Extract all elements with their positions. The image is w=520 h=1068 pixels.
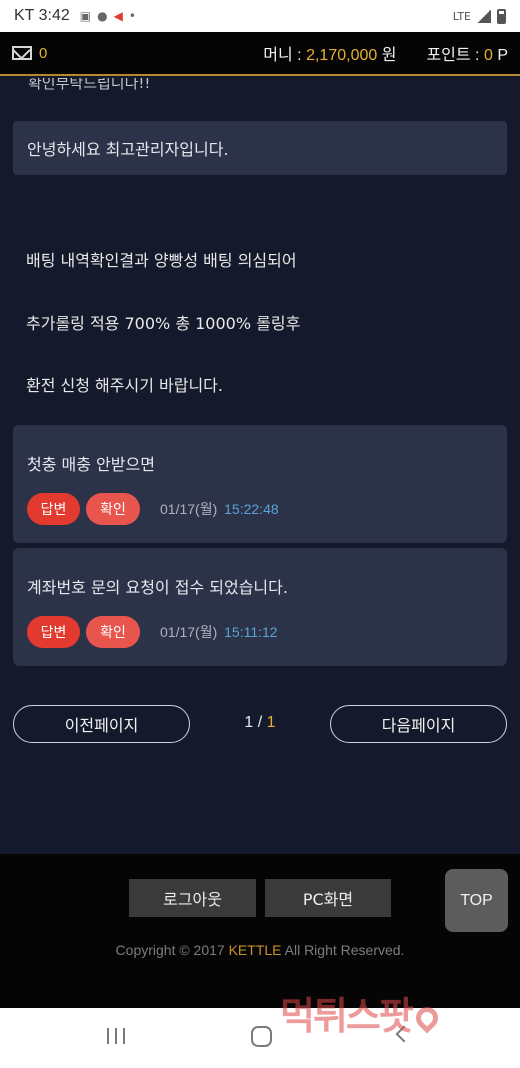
inquiry-time: 15:11:12 — [224, 624, 278, 640]
pin-icon — [411, 1002, 443, 1034]
total-pages: 1 — [266, 714, 276, 731]
recent-apps-icon[interactable] — [107, 1028, 125, 1044]
inquiry-card[interactable]: 계좌번호 문의 요청이 접수 되었습니다. 답변 확인 01/17(월) 15:… — [13, 548, 507, 666]
copyright-brand: KETTLE — [228, 942, 282, 958]
point-unit: P — [497, 47, 508, 64]
balance-area: 머니 : 2,170,000 원 포인트 : 0 P — [263, 41, 508, 65]
gallery-icon: ▣ — [79, 9, 92, 23]
scroll-top-button[interactable]: TOP — [445, 869, 508, 932]
inquiry-date-value: 01/17(월) — [160, 624, 218, 640]
copyright-prefix: Copyright © 2017 — [115, 942, 229, 958]
pc-view-button[interactable]: PC화면 — [265, 879, 391, 917]
reply-badge: 답변 — [27, 493, 80, 525]
inquiry-date-value: 01/17(월) — [160, 501, 218, 517]
current-page: 1 — [244, 714, 254, 731]
message-line: 배팅 내역확인결과 양빵성 배팅 의심되어 — [26, 251, 297, 270]
inquiry-title: 계좌번호 문의 요청이 접수 되었습니다. — [27, 578, 288, 597]
mail-icon[interactable] — [12, 46, 32, 60]
app-header: 0 머니 : 2,170,000 원 포인트 : 0 P — [0, 32, 520, 76]
money-value: 2,170,000 — [306, 47, 378, 64]
confirm-button[interactable]: 확인 — [86, 493, 140, 525]
watermark-logo: 먹튀스팟 — [280, 985, 443, 1040]
inquiry-date: 01/17(월) 15:11:12 — [160, 622, 278, 642]
point-label: 포인트 : — [426, 47, 480, 64]
inquiry-date: 01/17(월) 15:22:48 — [160, 499, 279, 519]
greeting-text: 안녕하세요 최고관리자입니다. — [27, 140, 229, 159]
status-right: LTE — [452, 8, 506, 24]
inquiry-time: 15:22:48 — [224, 501, 279, 517]
inquiry-meta: 답변 확인 01/17(월) 15:22:48 — [27, 493, 493, 525]
inquiry-card[interactable]: 첫충 매충 안받으면 답변 확인 01/17(월) 15:22:48 — [13, 425, 507, 543]
inquiry-meta: 답변 확인 01/17(월) 15:11:12 — [27, 616, 493, 648]
greeting-box: 안녕하세요 최고관리자입니다. — [13, 121, 507, 175]
partial-text: 확인부탁드립니다!! — [28, 78, 151, 92]
pagination: 이전페이지 1 / 1 다음페이지 — [13, 705, 507, 743]
copyright-suffix: All Right Reserved. — [281, 942, 405, 958]
mail-count[interactable]: 0 — [39, 45, 47, 62]
message-content: 확인부탁드립니다!! 안녕하세요 최고관리자입니다. 배팅 내역확인결과 양빵성… — [0, 78, 520, 854]
system-status-bar: KT 3:42 ▣ ● ◀ • LTE — [0, 0, 520, 32]
message-line: 환전 신청 해주시기 바랍니다. — [26, 376, 223, 395]
megaphone-icon: ◀ — [113, 9, 123, 23]
message-line: 추가롤링 적용 700% 총 1000% 롤링후 — [26, 314, 301, 333]
home-icon[interactable] — [251, 1026, 272, 1047]
bulb-icon: ● — [97, 9, 108, 23]
logout-button[interactable]: 로그아웃 — [129, 879, 256, 917]
money-display: 머니 : 2,170,000 원 — [263, 41, 396, 65]
money-unit: 원 — [381, 47, 397, 64]
point-display: 포인트 : 0 P — [426, 41, 508, 65]
signal-icon — [477, 9, 491, 23]
copyright: Copyright © 2017 KETTLE All Right Reserv… — [0, 942, 520, 958]
battery-icon — [497, 8, 506, 24]
status-clock: KT 3:42 — [14, 7, 70, 24]
watermark-text: 먹튀스팟 — [280, 994, 414, 1038]
page-separator: / — [253, 714, 267, 731]
footer: 로그아웃 PC화면 TOP Copyright © 2017 KETTLE Al… — [0, 854, 520, 1008]
system-nav-bar — [0, 1008, 520, 1068]
confirm-button[interactable]: 확인 — [86, 616, 140, 648]
reply-badge: 답변 — [27, 616, 80, 648]
network-label: LTE — [452, 9, 471, 23]
inquiry-title: 첫충 매충 안받으면 — [27, 455, 155, 474]
next-page-button[interactable]: 다음페이지 — [330, 705, 507, 743]
dot-icon: • — [128, 9, 136, 23]
money-label: 머니 : — [263, 47, 302, 64]
point-value: 0 — [483, 47, 493, 64]
